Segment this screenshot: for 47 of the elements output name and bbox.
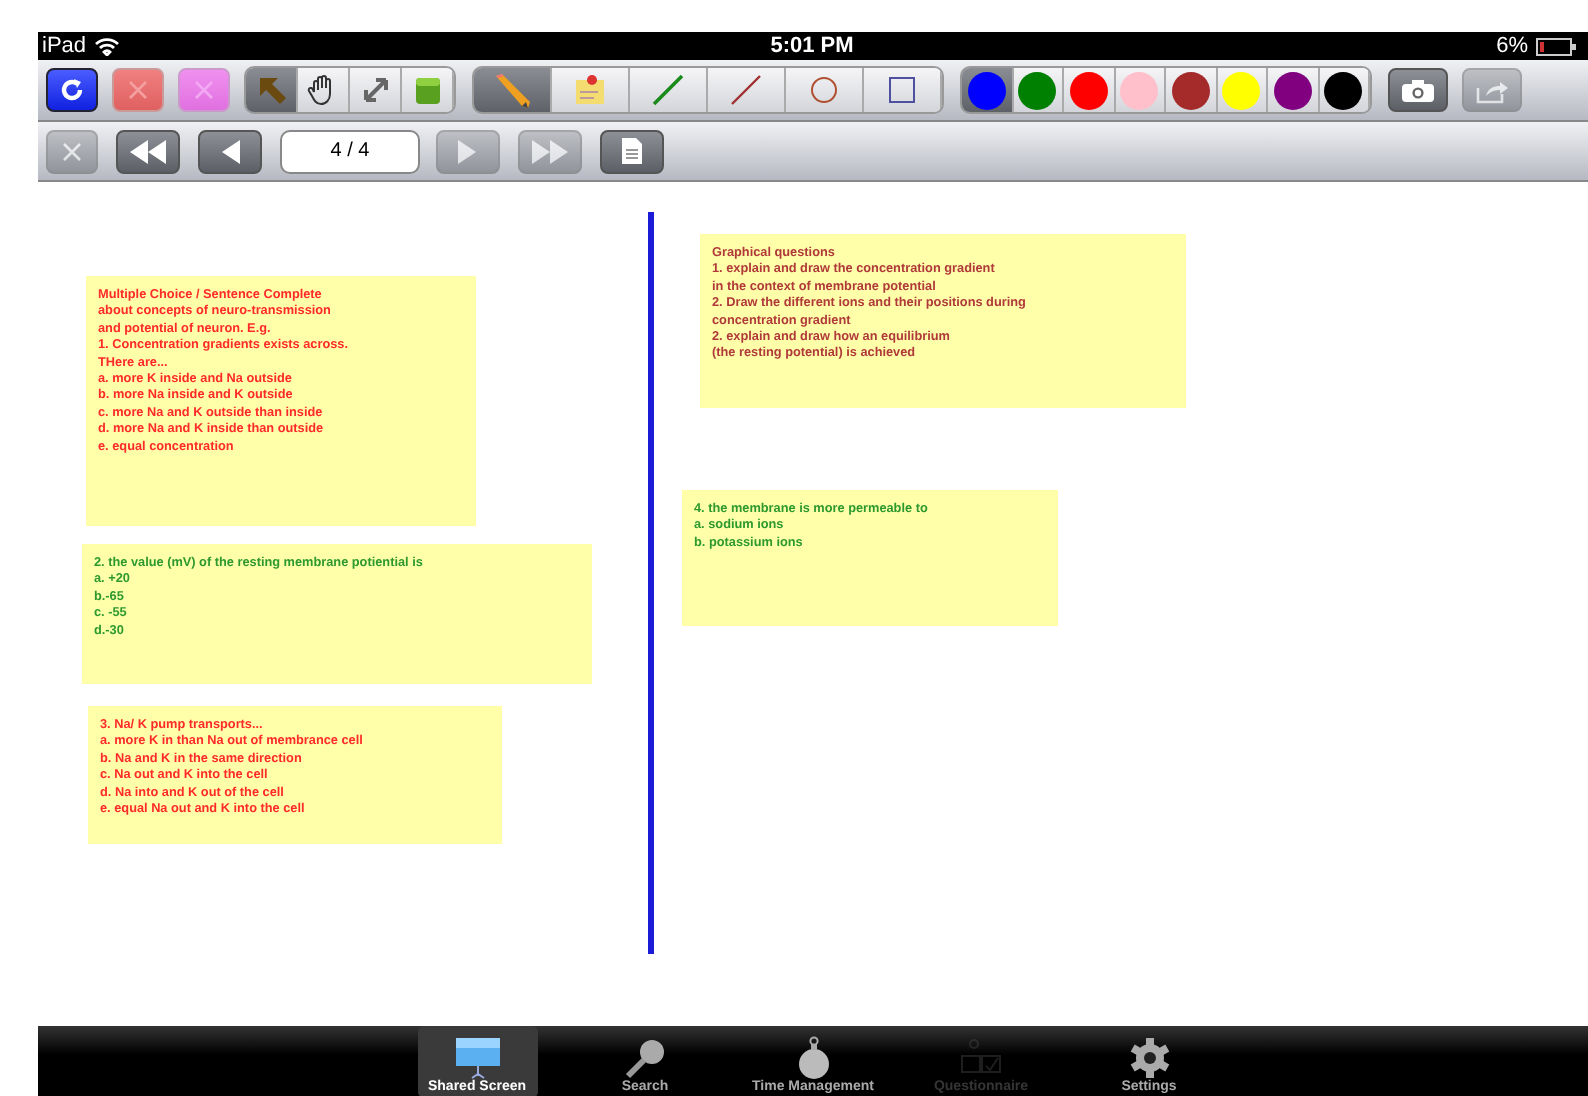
square-icon <box>886 74 918 106</box>
color-swatch[interactable] <box>1013 68 1064 112</box>
sticky-note-tool[interactable] <box>552 68 630 112</box>
color-swatch[interactable] <box>1319 68 1370 112</box>
pencil-icon <box>490 70 534 110</box>
battery-icon <box>1536 37 1576 55</box>
rewind-icon <box>128 139 168 163</box>
projector-screen-icon <box>451 1036 503 1080</box>
pan-tool[interactable] <box>298 68 350 112</box>
page-number-field[interactable]: 4 / 4 <box>280 129 420 173</box>
rectangle-tool[interactable] <box>864 68 942 112</box>
sticky-note-icon <box>570 70 610 110</box>
camera-button[interactable] <box>1388 68 1448 112</box>
previous-page-button[interactable] <box>198 129 262 173</box>
color-swatch[interactable] <box>1166 68 1217 112</box>
document-button[interactable] <box>600 129 664 173</box>
device-name: iPad <box>42 34 87 58</box>
refresh-button[interactable] <box>46 68 98 112</box>
line-tool[interactable] <box>708 68 786 112</box>
line-icon <box>726 70 766 110</box>
refresh-icon <box>58 76 86 104</box>
right-triangle-icon <box>456 139 480 163</box>
fast-forward-icon <box>530 139 570 163</box>
object-tool[interactable] <box>402 68 454 112</box>
color-swatch[interactable] <box>1217 68 1268 112</box>
pencil-tool[interactable] <box>474 68 552 112</box>
document-icon <box>620 136 644 166</box>
close-icon <box>194 80 214 100</box>
color-swatch[interactable] <box>1268 68 1319 112</box>
circle-tool[interactable] <box>786 68 864 112</box>
color-swatch[interactable] <box>962 68 1013 112</box>
close-icon <box>62 141 82 161</box>
left-triangle-icon <box>218 139 242 163</box>
camera-icon <box>1400 77 1436 103</box>
line-tool[interactable] <box>630 68 708 112</box>
first-page-button[interactable] <box>116 129 180 173</box>
battery-percent: 6% <box>1496 34 1528 58</box>
line-icon <box>648 70 688 110</box>
color-swatch[interactable] <box>1064 68 1115 112</box>
circle-icon <box>808 74 840 106</box>
select-tool[interactable] <box>246 68 298 112</box>
clock-time: 5:01 PM <box>768 34 856 58</box>
close-icon <box>128 80 148 100</box>
share-icon <box>1474 77 1510 103</box>
wifi-icon <box>94 36 121 56</box>
resize-tool[interactable] <box>350 68 402 112</box>
color-swatch[interactable] <box>1115 68 1166 112</box>
